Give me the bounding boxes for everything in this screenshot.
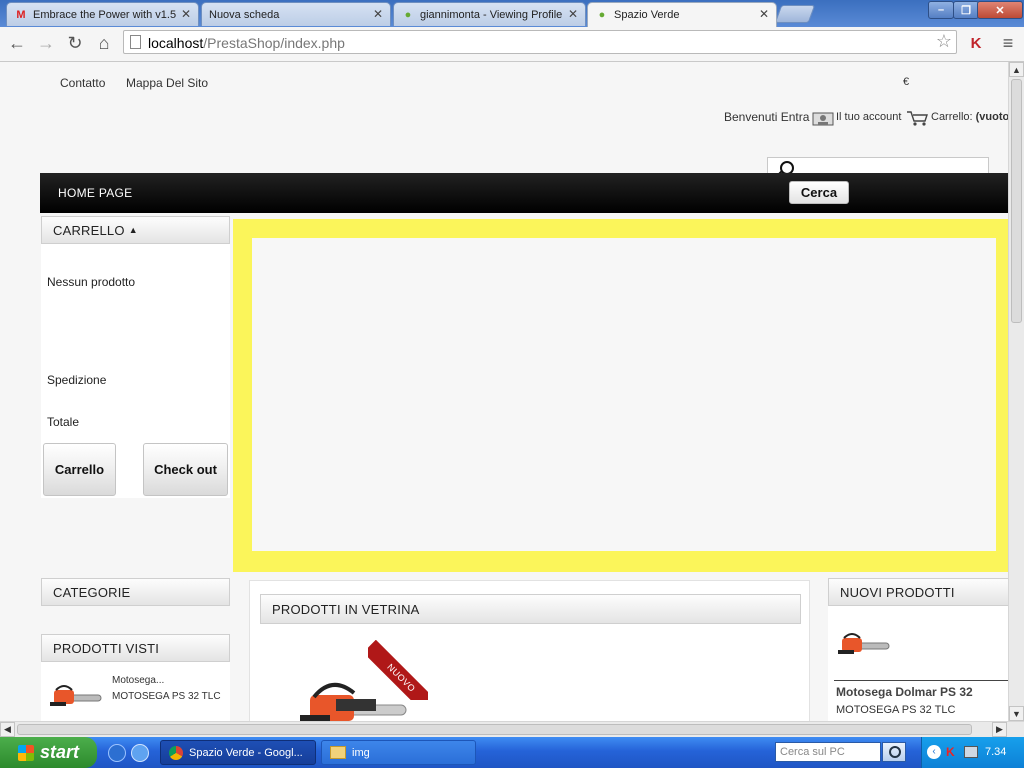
viewed-product-desc: MOTOSEGA PS 32 TLC bbox=[112, 691, 221, 702]
horizontal-scroll-thumb[interactable] bbox=[17, 724, 972, 735]
divider bbox=[834, 680, 1008, 681]
desktop-quicklaunch-icon[interactable] bbox=[131, 744, 149, 762]
homepage-slider[interactable] bbox=[233, 219, 1008, 572]
vertical-scroll-thumb[interactable] bbox=[1011, 79, 1022, 323]
cart-button[interactable]: Carrello bbox=[43, 443, 116, 496]
windows-taskbar: start Spazio Verde - Googl... img Cerca … bbox=[0, 737, 1024, 768]
cart-empty-text: Nessun prodotto bbox=[47, 275, 136, 289]
slider-image-area bbox=[252, 238, 996, 551]
chainsaw-thumbnail[interactable] bbox=[48, 682, 102, 715]
tab-title: Spazio Verde bbox=[614, 9, 680, 21]
account-link[interactable]: Il tuo account bbox=[836, 111, 901, 123]
address-url: localhost/PrestaShop/index.php bbox=[148, 35, 345, 51]
home-icon[interactable]: ⌂ bbox=[93, 32, 115, 54]
tab-forum-profile[interactable]: ● giannimonta - Viewing Profile ✕ bbox=[393, 2, 586, 26]
vertical-scrollbar[interactable]: ▲ ▼ bbox=[1008, 62, 1024, 721]
main-menu: HOME PAGE bbox=[40, 173, 1008, 213]
featured-products-header: PRODOTTI IN VETRINA bbox=[260, 594, 801, 624]
chainsaw-thumbnail[interactable] bbox=[836, 630, 890, 663]
caret-up-icon: ▲ bbox=[128, 225, 138, 235]
account-icon bbox=[812, 110, 834, 129]
ie-quicklaunch-icon[interactable] bbox=[108, 744, 126, 762]
scroll-up-icon[interactable]: ▲ bbox=[1009, 62, 1024, 77]
reload-icon[interactable]: ↻ bbox=[64, 32, 86, 54]
close-tab-icon[interactable]: ✕ bbox=[373, 7, 383, 21]
start-button[interactable]: start bbox=[0, 737, 97, 768]
viewed-product-name[interactable]: Motosega... bbox=[112, 675, 164, 686]
tab-new[interactable]: Nuova scheda ✕ bbox=[201, 2, 391, 26]
menu-icon[interactable]: ≡ bbox=[997, 32, 1019, 54]
currency-selector[interactable]: € bbox=[903, 76, 909, 88]
cart-block-header[interactable]: CARRELLO ▲ bbox=[41, 216, 230, 244]
tab-title: giannimonta - Viewing Profile bbox=[420, 8, 563, 21]
search-button[interactable]: Cerca bbox=[789, 181, 849, 204]
start-label: start bbox=[39, 742, 79, 762]
back-arrow-icon[interactable]: ← bbox=[6, 32, 28, 54]
system-tray: ‹ K bbox=[921, 737, 1024, 768]
search-icon bbox=[889, 746, 901, 758]
bookmark-star-icon[interactable]: ☆ bbox=[936, 31, 952, 52]
tray-arrow-icon[interactable]: ‹ bbox=[927, 745, 941, 759]
prestashop-icon: ● bbox=[598, 9, 606, 21]
address-bar[interactable]: localhost/PrestaShop/index.php ☆ bbox=[123, 30, 957, 54]
gmail-icon: M bbox=[16, 8, 26, 21]
network-tray-icon[interactable] bbox=[964, 746, 978, 758]
folder-icon bbox=[330, 746, 346, 759]
browser-toolbar: ← → ↻ ⌂ localhost/PrestaShop/index.php ☆… bbox=[0, 27, 1024, 62]
chainsaw-product-image[interactable] bbox=[296, 675, 408, 721]
welcome-login-link[interactable]: Benvenuti Entra bbox=[724, 110, 809, 124]
cart-summary-link[interactable]: Carrello: (vuoto bbox=[931, 111, 1008, 123]
kaspersky-icon[interactable]: K bbox=[965, 32, 987, 54]
checkout-button[interactable]: Check out bbox=[143, 443, 228, 496]
close-window-button[interactable]: ✕ bbox=[977, 1, 1023, 19]
menu-item-home[interactable]: HOME PAGE bbox=[58, 186, 133, 200]
tab-spazio-verde[interactable]: ● Spazio Verde ✕ bbox=[587, 2, 777, 27]
minimize-button[interactable]: – bbox=[928, 1, 954, 19]
prestashop-icon: ● bbox=[404, 8, 412, 21]
new-product-name[interactable]: Motosega Dolmar PS 32 bbox=[836, 685, 973, 699]
tab-gmail[interactable]: M Embrace the Power with v1.5 ✕ bbox=[6, 2, 199, 26]
system-clock: 7.34 bbox=[985, 746, 1007, 758]
maximize-button[interactable]: ❐ bbox=[953, 1, 979, 19]
categories-block-header[interactable]: CATEGORIE bbox=[41, 578, 230, 606]
scroll-left-icon[interactable]: ◀ bbox=[0, 722, 15, 737]
chrome-icon bbox=[169, 745, 183, 760]
close-tab-icon[interactable]: ✕ bbox=[181, 7, 191, 21]
scroll-down-icon[interactable]: ▼ bbox=[1009, 706, 1024, 721]
windows-logo-icon bbox=[17, 744, 34, 761]
contact-link[interactable]: Contatto bbox=[60, 76, 105, 90]
tab-title: Embrace the Power with v1.5 bbox=[33, 8, 177, 21]
taskbar-item-folder[interactable]: img bbox=[321, 740, 476, 765]
page-viewport: Contatto Mappa Del Sito € Benvenuti Entr… bbox=[0, 62, 1008, 721]
page-icon bbox=[130, 35, 141, 49]
cart-block-title: CARRELLO bbox=[53, 222, 125, 238]
close-tab-icon[interactable]: ✕ bbox=[759, 7, 769, 21]
tab-title: Nuova scheda bbox=[209, 8, 280, 21]
viewed-products-header: PRODOTTI VISTI bbox=[41, 634, 230, 662]
cart-total-label: Totale bbox=[47, 415, 80, 429]
browser-tab-strip: M Embrace the Power with v1.5 ✕ Nuova sc… bbox=[0, 0, 1024, 27]
cart-icon bbox=[906, 110, 928, 129]
forward-arrow-icon[interactable]: → bbox=[35, 32, 57, 54]
taskbar-search-button[interactable] bbox=[882, 742, 906, 762]
new-product-desc: MOTOSEGA PS 32 TLC bbox=[836, 704, 956, 716]
new-products-header: NUOVI PRODOTTI bbox=[828, 578, 1008, 606]
new-tab-button[interactable] bbox=[774, 5, 816, 23]
close-tab-icon[interactable]: ✕ bbox=[568, 7, 578, 21]
scroll-right-icon[interactable]: ▶ bbox=[992, 722, 1007, 737]
cart-shipping-label: Spedizione bbox=[47, 373, 107, 387]
taskbar-item-chrome[interactable]: Spazio Verde - Googl... bbox=[160, 740, 316, 765]
taskbar-search-input[interactable]: Cerca sul PC bbox=[775, 742, 881, 762]
kaspersky-tray-icon[interactable]: K bbox=[946, 745, 955, 759]
sitemap-link[interactable]: Mappa Del Sito bbox=[126, 76, 208, 90]
horizontal-scrollbar[interactable]: ◀ ▶ bbox=[0, 721, 1024, 737]
